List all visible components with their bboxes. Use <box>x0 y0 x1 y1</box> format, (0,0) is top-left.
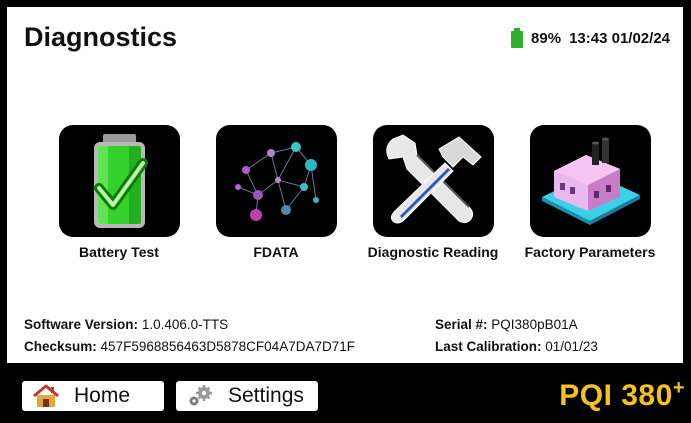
battery-percent: 89% <box>531 29 562 47</box>
tile-fdata[interactable]: FDATA <box>201 125 351 260</box>
tile-label: FDATA <box>253 244 299 260</box>
software-version-label: Software Version: <box>24 317 139 332</box>
tile-label: Diagnostic Reading <box>367 244 499 260</box>
checksum-label: Checksum: <box>24 339 97 354</box>
footer-bar: Home Settings PQI 380+ <box>0 363 691 423</box>
calibration-value: 01/01/23 <box>545 339 598 354</box>
factory-icon[interactable] <box>529 125 651 237</box>
battery-icon <box>511 28 524 48</box>
home-button[interactable]: Home <box>22 381 164 411</box>
diagnostic-tiles: Battery Test FDATA Diagnostic Reading Fa… <box>7 125 683 265</box>
serial-value: PQI380pB01A <box>491 317 578 332</box>
settings-button[interactable]: Settings <box>176 381 318 411</box>
battery-check-icon[interactable] <box>58 125 180 237</box>
network-graph-icon[interactable] <box>215 125 337 237</box>
gear-icon <box>186 384 214 408</box>
last-calibration: Last Calibration: 01/01/23 <box>435 339 598 354</box>
tile-label: Battery Test <box>79 244 159 260</box>
serial-number: Serial #: PQI380pB01A <box>435 317 578 332</box>
tile-battery-test[interactable]: Battery Test <box>44 125 194 260</box>
wrench-hammer-icon[interactable] <box>372 125 494 237</box>
brand-name: PQI 380 <box>559 379 673 412</box>
software-version-value: 1.0.406.0-TTS <box>141 317 229 332</box>
device-screen: Diagnostics 89% 13:43 01/02/24 Battery T… <box>0 0 691 423</box>
calibration-label: Last Calibration: <box>435 339 542 354</box>
status-bar: 89% 13:43 01/02/24 <box>511 28 670 48</box>
serial-label: Serial #: <box>435 317 488 332</box>
home-label: Home <box>74 384 131 407</box>
checksum-value: 457F5968856463D5878CF04A7DA7D71F <box>100 339 355 354</box>
brand-plus: + <box>672 377 685 399</box>
main-panel: Diagnostics 89% 13:43 01/02/24 Battery T… <box>7 7 683 363</box>
datetime: 13:43 01/02/24 <box>569 29 670 47</box>
settings-label: Settings <box>228 384 304 407</box>
tile-factory-parameters[interactable]: Factory Parameters <box>515 125 665 260</box>
tile-label: Factory Parameters <box>524 244 656 260</box>
brand-logo: PQI 380+ <box>559 377 685 413</box>
checksum: Checksum: 457F5968856463D5878CF04A7DA7D7… <box>24 339 355 354</box>
software-version: Software Version: 1.0.406.0-TTS <box>24 317 228 332</box>
tile-diagnostic-reading[interactable]: Diagnostic Reading <box>358 125 508 260</box>
home-icon <box>32 384 60 408</box>
page-title: Diagnostics <box>24 22 178 52</box>
